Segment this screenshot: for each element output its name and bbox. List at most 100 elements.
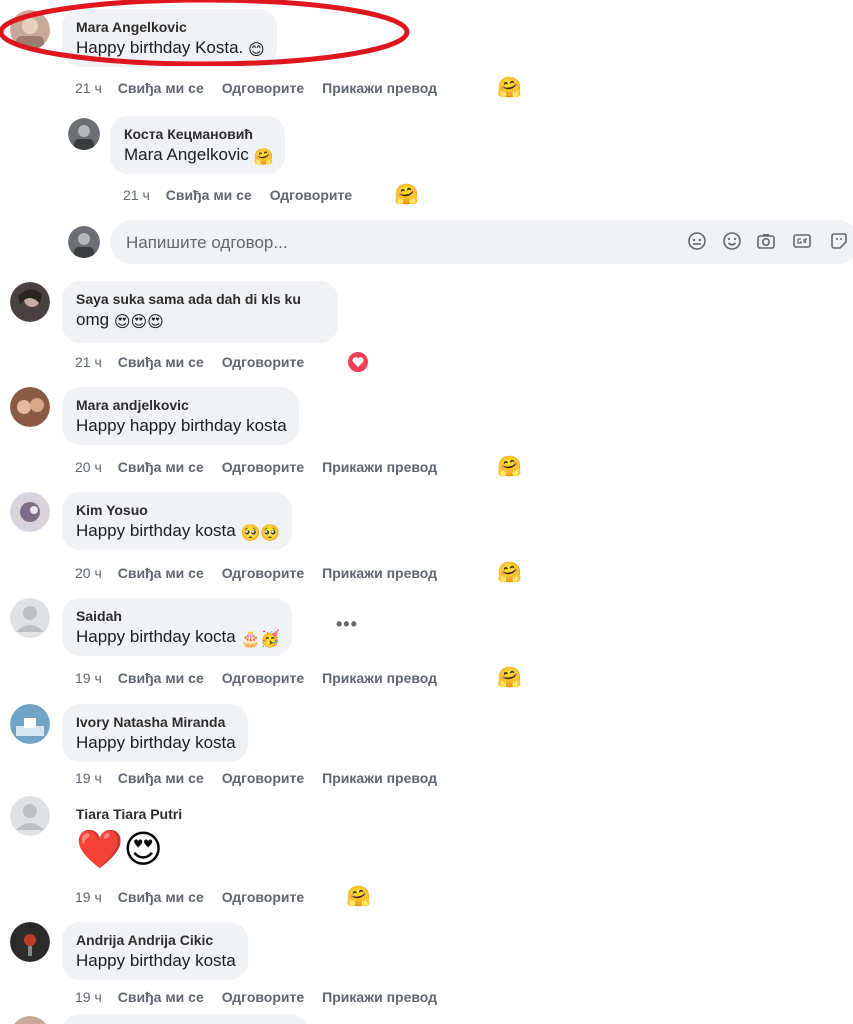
comment-author[interactable]: Tiara Tiara Putri	[76, 804, 182, 824]
comment-time[interactable]: 19 ч	[75, 889, 102, 905]
comment-author[interactable]: Mara Angelkovic	[76, 17, 265, 37]
avatar[interactable]	[10, 704, 50, 744]
comment-bubble: Ivory Natasha Miranda Happy birthday kos…	[62, 704, 248, 762]
comment-time[interactable]: 19 ч	[75, 770, 102, 786]
comment-text: Happy happy birthday kosta	[76, 416, 287, 435]
comment-time[interactable]: 19 ч	[75, 670, 102, 686]
comment-bubble	[62, 1014, 308, 1024]
comment-text: Happy birthday kosta 🥺🥺	[76, 521, 281, 542]
emoji: 🤗	[253, 149, 274, 166]
love-reaction-icon[interactable]	[346, 350, 370, 374]
comment-actions: 19 ч Свиђа ми се Одговорите Прикажи превод	[75, 668, 455, 688]
mention-link[interactable]: Mara Angelkovic	[124, 145, 249, 164]
comment-author[interactable]: Mara andjelkovic	[76, 395, 287, 415]
emoji: ❤️😍	[76, 829, 163, 871]
translate-button[interactable]: Прикажи превод	[322, 670, 437, 686]
like-button[interactable]: Свиђа ми се	[118, 565, 204, 581]
reply-button[interactable]: Одговорите	[222, 565, 304, 581]
comment-text: Happy birthday kosta	[76, 951, 236, 970]
reply-button[interactable]: Одговорите	[222, 989, 304, 1005]
comment-time[interactable]: 20 ч	[75, 565, 102, 581]
comment-text: Happy birthday kosta	[76, 733, 236, 752]
translate-button[interactable]: Прикажи превод	[322, 770, 437, 786]
comment-text: Mara Angelkovic 🤗	[124, 144, 273, 166]
translate-button[interactable]: Прикажи превод	[322, 459, 437, 475]
translate-button[interactable]: Прикажи превод	[322, 80, 437, 96]
care-reaction-icon[interactable]: 🤗	[497, 76, 522, 100]
care-reaction-icon[interactable]: 🤗	[346, 885, 371, 909]
care-reaction-icon[interactable]: 🤗	[497, 666, 522, 690]
comment-actions: 21 ч Свиђа ми се Одговорите Прикажи превод	[75, 78, 455, 98]
comment-bubble: Tiara Tiara Putri ❤️😍	[62, 796, 194, 878]
avatar[interactable]	[68, 118, 100, 150]
avatar[interactable]	[10, 492, 50, 532]
like-button[interactable]: Свиђа ми се	[118, 989, 204, 1005]
comment-bubble: Mara andjelkovic Happy happy birthday ko…	[62, 387, 299, 445]
comment-author[interactable]: Ivory Natasha Miranda	[76, 712, 236, 732]
comment-bubble: Kim Yosuo Happy birthday kosta 🥺🥺	[62, 492, 293, 550]
comment-time[interactable]: 21 ч	[75, 354, 102, 370]
comment-actions: 20 ч Свиђа ми се Одговорите Прикажи превод	[75, 457, 455, 477]
comment-text: Happy birthday Kosta. 😊	[76, 38, 265, 59]
emoji: 🥺🥺	[240, 525, 281, 542]
comment-author[interactable]: Kim Yosuo	[76, 500, 280, 520]
avatar[interactable]	[10, 387, 50, 427]
care-reaction-icon[interactable]: 🤗	[394, 183, 419, 207]
comment-bubble: Saya suka sama ada dah di kls ku omg 😍😍😍	[62, 281, 338, 343]
comment-time[interactable]: 21 ч	[123, 187, 150, 203]
avatar[interactable]	[10, 796, 50, 836]
reply-input[interactable]	[124, 220, 668, 266]
like-button[interactable]: Свиђа ми се	[118, 670, 204, 686]
like-button[interactable]: Свиђа ми се	[118, 80, 204, 96]
avatar[interactable]	[10, 1016, 50, 1024]
comment-actions: 19 ч Свиђа ми се Одговорите Прикажи превод	[75, 987, 455, 1007]
like-button[interactable]: Свиђа ми се	[118, 459, 204, 475]
comment-actions: 19 ч Свиђа ми се Одговорите Прикажи превод	[75, 768, 455, 788]
reply-button[interactable]: Одговорите	[222, 889, 304, 905]
reply-bubble: Коста Кецмановић Mara Angelkovic 🤗	[110, 116, 286, 174]
comment-time[interactable]: 21 ч	[75, 80, 102, 96]
reply-button[interactable]: Одговорите	[270, 187, 352, 203]
avatar[interactable]	[10, 10, 50, 50]
emoji: 🎂🥳	[240, 631, 281, 648]
current-user-avatar	[68, 226, 100, 258]
reply-button[interactable]: Одговорите	[222, 770, 304, 786]
like-button[interactable]: Свиђа ми се	[166, 187, 252, 203]
comment-actions: 21 ч Свиђа ми се Одговорите	[123, 185, 370, 205]
gif-icon[interactable]	[791, 231, 813, 253]
like-button[interactable]: Свиђа ми се	[118, 354, 204, 370]
comment-author[interactable]: Saidah	[76, 606, 280, 626]
comment-time[interactable]: 19 ч	[75, 989, 102, 1005]
more-options-icon[interactable]: •••	[336, 614, 358, 635]
like-button[interactable]: Свиђа ми се	[118, 770, 204, 786]
reply-button[interactable]: Одговорите	[222, 670, 304, 686]
avatar-sticker-icon[interactable]	[686, 231, 708, 253]
camera-icon[interactable]	[755, 231, 777, 253]
translate-button[interactable]: Прикажи превод	[322, 565, 437, 581]
reply-box	[110, 220, 853, 266]
avatar[interactable]	[10, 282, 50, 322]
emoji: 😍😍😍	[113, 314, 164, 331]
comment-actions: 21 ч Свиђа ми се Одговорите	[75, 352, 322, 372]
sticker-icon[interactable]	[828, 231, 850, 253]
care-reaction-icon[interactable]: 🤗	[497, 561, 522, 585]
comment-author[interactable]: Saya suka sama ada dah di kls ku	[76, 289, 326, 309]
comment-author[interactable]: Andrija Andrija Cikic	[76, 930, 236, 950]
reply-button[interactable]: Одговорите	[222, 459, 304, 475]
avatar[interactable]	[10, 922, 50, 962]
care-reaction-icon[interactable]: 🤗	[497, 455, 522, 479]
avatar[interactable]	[10, 598, 50, 638]
like-button[interactable]: Свиђа ми се	[118, 889, 204, 905]
comment-bubble: Andrija Andrija Cikic Happy birthday kos…	[62, 922, 248, 980]
comment-actions: 19 ч Свиђа ми се Одговорите	[75, 887, 322, 907]
comment-actions: 20 ч Свиђа ми се Одговорите Прикажи превод	[75, 563, 455, 583]
emoji-icon[interactable]	[721, 231, 743, 253]
comment-author[interactable]: Коста Кецмановић	[124, 124, 273, 144]
comment-time[interactable]: 20 ч	[75, 459, 102, 475]
translate-button[interactable]: Прикажи превод	[322, 989, 437, 1005]
emoji: 😊	[248, 42, 265, 59]
reply-button[interactable]: Одговорите	[222, 354, 304, 370]
comment-text: Happy birthday kocta 🎂🥳	[76, 627, 281, 648]
comment-bubble: Saidah Happy birthday kocta 🎂🥳	[62, 598, 293, 656]
reply-button[interactable]: Одговорите	[222, 80, 304, 96]
